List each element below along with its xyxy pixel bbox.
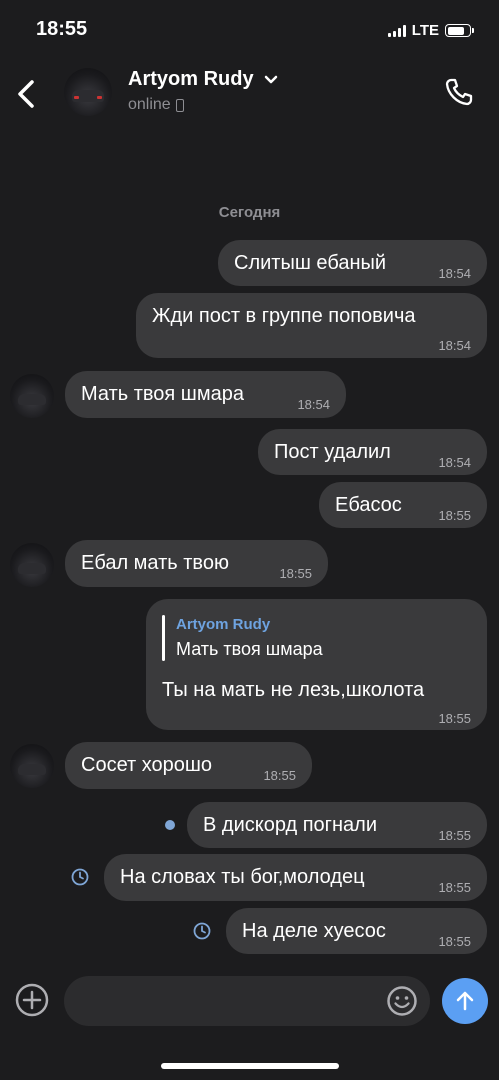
reply-quoted-text: Мать твоя шмара [176,639,323,659]
message-bubble-outgoing[interactable]: В дискорд погнали 18:55 [187,802,487,848]
message-bubble-incoming[interactable]: Ебал мать твою 18:55 [65,540,328,587]
status-bar: 18:55 LTE [0,0,499,60]
message-text: Мать твоя шмара [81,383,244,405]
message-bubble-outgoing[interactable]: Слитыш ебаный 18:54 [218,240,487,286]
message-text: На словах ты бог,молодец [120,866,365,888]
message-time: 18:54 [438,338,471,353]
phone-call-icon[interactable] [443,76,475,108]
sender-avatar[interactable] [10,744,54,788]
message-bubble-incoming[interactable]: Сосет хорошо 18:55 [65,742,312,789]
message-text: Жди пост в группе поповича [152,305,416,327]
message-text: Ебал мать твою [81,552,229,574]
message-time: 18:55 [438,828,471,843]
message-time: 18:54 [438,266,471,281]
message-text: В дискорд погнали [203,814,377,836]
message-bubble-incoming[interactable]: Мать твоя шмара 18:54 [65,371,346,418]
message-time: 18:55 [279,566,312,581]
message-text: Ты на мать не лезь,школота [162,679,425,701]
message-time: 18:55 [263,768,296,783]
battery-icon [445,24,474,37]
message-time: 18:54 [438,455,471,470]
network-label: LTE [411,22,439,39]
message-time: 18:55 [438,508,471,523]
home-indicator[interactable] [161,1063,339,1069]
mobile-icon [175,98,184,112]
message-bubble-outgoing[interactable]: Пост удалил 18:54 [258,429,487,475]
reply-author: Artyom Rudy [176,616,271,633]
contact-status-label: online [128,96,171,113]
message-text: Слитыш ебаный [234,252,387,274]
contact-name-label: Artyom Rudy [128,68,254,90]
chevron-down-icon [264,75,277,83]
status-indicators: LTE [387,22,474,39]
message-time: 18:54 [297,397,330,412]
arrow-up-icon [456,991,474,1011]
contact-name[interactable]: Artyom Rudy [128,68,278,91]
message-input[interactable] [64,976,430,1026]
message-bubble-outgoing[interactable]: Жди пост в группе поповича 18:54 [136,293,487,358]
message-composer [0,976,499,1036]
chat-header: Artyom Rudy online [0,60,499,130]
message-time: 18:55 [438,711,471,726]
clock-icon [193,922,211,940]
message-time: 18:55 [438,934,471,949]
clock-icon [71,868,89,886]
message-text: Пост удалил [274,441,391,463]
contact-avatar[interactable] [64,68,112,116]
message-bubble-outgoing[interactable]: Ебасос 18:55 [319,482,487,528]
reply-quote-bar [162,615,165,661]
message-text: На деле хуесос [242,920,386,942]
message-bubble-outgoing[interactable]: На словах ты бог,молодец 18:55 [104,854,487,901]
message-time: 18:55 [438,880,471,895]
emoji-icon[interactable] [386,985,418,1017]
date-separator: Сегодня [218,204,281,221]
message-text: Ебасос [335,494,402,516]
sender-avatar[interactable] [10,374,54,418]
status-time: 18:55 [36,18,88,40]
message-bubble-reply[interactable]: Artyom Rudy Мать твоя шмара Ты на мать н… [146,599,487,730]
send-button[interactable] [442,978,488,1024]
back-arrow-icon[interactable] [14,76,38,112]
sender-avatar[interactable] [10,543,54,587]
message-text: Сосет хорошо [81,754,213,776]
unread-dot-icon [165,820,175,830]
signal-icon [387,24,406,37]
contact-status: online [128,96,184,114]
message-bubble-outgoing[interactable]: На деле хуесос 18:55 [226,908,487,954]
add-attachment-icon[interactable] [14,982,50,1018]
